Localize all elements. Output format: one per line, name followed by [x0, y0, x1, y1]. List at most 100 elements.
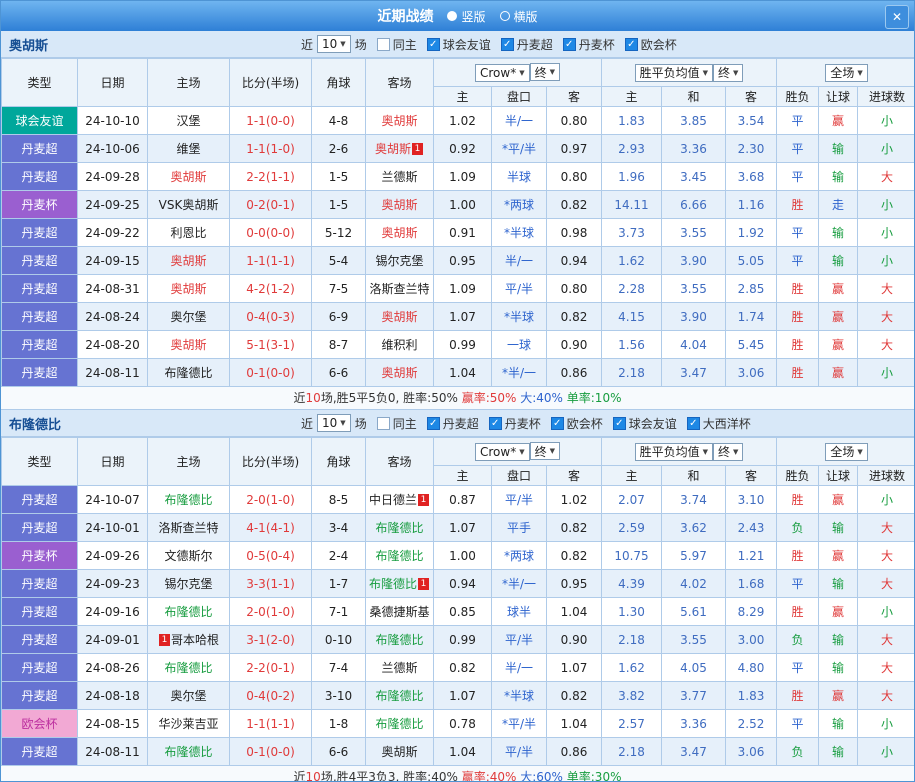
- asian-odds-dropdown[interactable]: Crow* ▼: [474, 63, 530, 82]
- asian-home-odds: 0.92: [433, 134, 492, 163]
- home-team: VSK奥胡斯: [147, 190, 230, 219]
- asian-away-odds: 0.90: [546, 625, 602, 654]
- asian-handicap: 平手: [491, 513, 547, 542]
- filter-label: 丹麦超: [442, 416, 479, 431]
- filter-checkbox[interactable]: ✓ 球会友谊: [426, 36, 491, 53]
- score: 1-1(1-1): [229, 709, 312, 738]
- match-row: 丹麦超 24-08-11 布隆德比 0-1(0-0) 6-6 奥胡斯 1.04 *半/一 0.8…: [1, 358, 914, 387]
- filter-checkbox[interactable]: 同主: [376, 36, 417, 53]
- home-team: 奥尔堡: [147, 302, 230, 331]
- summary-part: 近: [293, 391, 306, 405]
- score: 1-1(0-0): [229, 106, 312, 135]
- match-date: 24-10-07: [77, 485, 148, 514]
- score: 0-0(0-0): [229, 218, 312, 247]
- column-header: 日期: [77, 437, 148, 486]
- filter-checkbox[interactable]: ✓ 球会友谊: [612, 415, 677, 432]
- filter-checkbox[interactable]: ✓ 丹麦超: [426, 415, 479, 432]
- filter-checkbox[interactable]: ✓ 欧会杯: [550, 415, 603, 432]
- goals-result: 小: [857, 597, 914, 626]
- home-team: 华沙莱吉亚: [147, 709, 230, 738]
- filter-checkbox[interactable]: ✓ 丹麦杯: [488, 415, 541, 432]
- layout-option-horizontal[interactable]: 横版: [499, 8, 538, 25]
- handicap-result: 赢: [818, 330, 859, 359]
- filter-checkbox[interactable]: ✓ 欧会杯: [624, 36, 677, 53]
- result-scope-dropdown[interactable]: 全场 ▼: [825, 63, 868, 82]
- team-name-text: 锡尔克堡: [164, 577, 213, 591]
- asian-handicap: 半球: [491, 162, 547, 191]
- column-subheader: 客: [724, 86, 778, 107]
- corners: 7-5: [311, 274, 366, 303]
- goals-result: 大: [857, 569, 914, 598]
- asian-odds-dropdown[interactable]: 终 ▼: [529, 442, 560, 461]
- dropdown-value: 终: [718, 445, 731, 459]
- match-date: 24-09-16: [77, 597, 148, 626]
- euro-home-odds: 4.39: [601, 569, 662, 598]
- league-type: 丹麦超: [1, 218, 78, 247]
- euro-away-odds: 1.21: [724, 541, 778, 570]
- home-team: 奥尔堡: [147, 681, 230, 710]
- dialog-title: 近期战绩: [377, 9, 434, 25]
- column-header: 比分(半场): [229, 58, 312, 107]
- asian-handicap: *半/一: [491, 358, 547, 387]
- handicap-result: 输: [818, 513, 859, 542]
- euro-draw-odds: 3.77: [661, 681, 726, 710]
- league-type: 丹麦超: [1, 513, 78, 542]
- filter-checkbox[interactable]: ✓ 丹麦超: [500, 36, 553, 53]
- filter-label: 球会友谊: [442, 37, 491, 52]
- euro-odds-dropdown[interactable]: 终 ▼: [713, 442, 744, 461]
- filter-checkbox[interactable]: ✓ 大西洋杯: [686, 415, 751, 432]
- asian-home-odds: 1.07: [433, 681, 492, 710]
- filter-bar: 近 10 ▼ 场同主 ✓ 丹麦超 ✓ 丹麦杯 ✓ 欧会杯 ✓ 球会友谊 ✓ 大西洋杯: [301, 414, 751, 432]
- league-type: 丹麦超: [1, 302, 78, 331]
- match-result: 胜: [776, 274, 820, 303]
- match-row: 丹麦杯 24-09-26 文德斯尔 0-5(0-4) 2-4 布隆德比 1.00 *两球 0.8…: [1, 541, 914, 570]
- asian-odds-dropdown[interactable]: Crow* ▼: [474, 442, 530, 461]
- euro-away-odds: 1.92: [724, 218, 778, 247]
- filter-checkbox[interactable]: ✓ 丹麦杯: [562, 36, 615, 53]
- layout-option-vertical[interactable]: 竖版: [447, 8, 486, 25]
- home-team: 文德斯尔: [147, 541, 230, 570]
- euro-odds-dropdown[interactable]: 终 ▼: [713, 63, 744, 82]
- dropdown-value: 10: [322, 37, 338, 51]
- goals-result: 大: [857, 653, 914, 682]
- home-team: 奥胡斯: [147, 330, 230, 359]
- handicap-result: 赢: [818, 274, 859, 303]
- column-subheader: 盘口: [491, 465, 547, 486]
- recent-count-dropdown[interactable]: 10 ▼: [317, 414, 351, 432]
- home-team: 1 哥本哈根: [147, 625, 230, 654]
- dropdown-value: 10: [322, 416, 338, 430]
- section-header: 奥胡斯 近 10 ▼ 场同主 ✓ 球会友谊 ✓ 丹麦超 ✓ 丹麦杯 ✓ 欧会杯: [1, 31, 914, 58]
- goals-result: 大: [857, 330, 914, 359]
- score: 4-2(1-2): [229, 274, 312, 303]
- filter-text: 场: [354, 37, 367, 52]
- euro-home-odds: 3.82: [601, 681, 662, 710]
- league-type: 丹麦超: [1, 653, 78, 682]
- filter-checkbox[interactable]: 同主: [376, 415, 417, 432]
- match-date: 24-08-11: [77, 358, 148, 387]
- summary-row: 近10场,胜4平3负3, 胜率:40% 赢率:40% 大:60% 单率:30%: [1, 766, 914, 781]
- column-header: 主场: [147, 58, 230, 107]
- asian-handicap: *半球: [491, 302, 547, 331]
- euro-draw-odds: 3.45: [661, 162, 726, 191]
- score: 3-3(1-1): [229, 569, 312, 598]
- asian-away-odds: 0.98: [546, 218, 602, 247]
- euro-odds-dropdown[interactable]: 胜平负均值 ▼: [634, 442, 714, 461]
- euro-odds-dropdown[interactable]: 胜平负均值 ▼: [634, 63, 714, 82]
- recent-count-dropdown[interactable]: 10 ▼: [317, 35, 351, 53]
- score: 2-0(1-0): [229, 485, 312, 514]
- league-type: 丹麦超: [1, 681, 78, 710]
- euro-draw-odds: 3.90: [661, 246, 726, 275]
- match-row: 丹麦超 24-09-28 奥胡斯 2-2(1-1) 1-5 兰德斯 1.09 半球 0.80 1.…: [1, 162, 914, 191]
- result-scope-dropdown[interactable]: 全场 ▼: [825, 442, 868, 461]
- match-row: 丹麦超 24-08-26 布隆德比 2-2(0-1) 7-4 兰德斯 0.82 半/一 1.07…: [1, 653, 914, 682]
- score: 0-1(0-0): [229, 737, 312, 766]
- asian-odds-dropdown[interactable]: 终 ▼: [529, 63, 560, 82]
- team-name-text: 布隆德比: [164, 745, 213, 759]
- asian-away-odds: 1.02: [546, 485, 602, 514]
- team-name-text: 维积利: [381, 338, 418, 352]
- euro-home-odds: 1.62: [601, 653, 662, 682]
- euro-draw-odds: 3.47: [661, 737, 726, 766]
- match-date: 24-10-06: [77, 134, 148, 163]
- euro-away-odds: 3.06: [724, 737, 778, 766]
- close-button[interactable]: ✕: [885, 5, 909, 29]
